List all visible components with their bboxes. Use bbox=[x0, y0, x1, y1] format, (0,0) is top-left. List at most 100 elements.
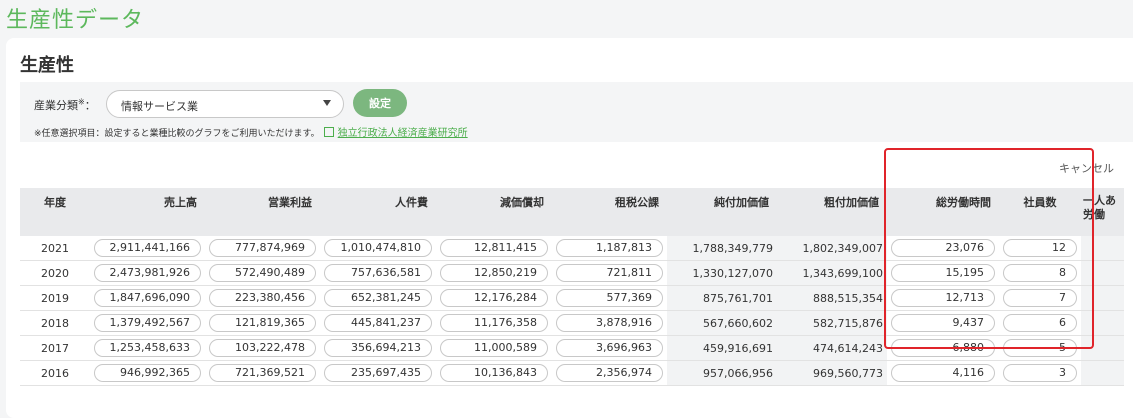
labor-cost-input[interactable]: 1,010,474,810 bbox=[324, 239, 432, 257]
cell-gross-value-added: 582,715,876 bbox=[777, 310, 887, 336]
operating-profit-input[interactable]: 777,874,969 bbox=[209, 239, 316, 257]
industry-select[interactable]: 情報サービス業 bbox=[106, 90, 344, 118]
set-button[interactable]: 設定 bbox=[353, 89, 407, 117]
filter-note: ※任意選択項目：設定すると業種比較のグラフをご利用いただけます。 独立行政法人経済… bbox=[34, 124, 468, 139]
total-hours-input[interactable]: 9,437 bbox=[891, 314, 995, 332]
header-taxes: 租税公課 bbox=[552, 188, 667, 236]
depreciation-input-cell: 11,176,358 bbox=[436, 310, 552, 336]
taxes-input-cell: 577,369 bbox=[552, 285, 667, 311]
cell-per-person bbox=[1081, 360, 1124, 386]
sales-input[interactable]: 2,473,981,926 bbox=[94, 264, 201, 282]
table-row: 2019 1,847,696,090 223,380,456 652,381,245 1… bbox=[20, 285, 1124, 311]
employees-input[interactable]: 7 bbox=[1003, 289, 1077, 307]
total-hours-input-cell: 12,713 bbox=[887, 285, 999, 311]
header-employees: 社員数 bbox=[999, 188, 1081, 236]
taxes-input-cell: 2,356,974 bbox=[552, 360, 667, 386]
total-hours-input[interactable]: 6,880 bbox=[891, 339, 995, 357]
cell-net-value-added: 567,660,602 bbox=[667, 310, 777, 336]
productivity-card: 生産性 産業分類※： 情報サービス業 設定 ※任意選択項目：設定すると業種比較の… bbox=[6, 38, 1133, 418]
cell-per-person bbox=[1081, 310, 1124, 336]
header-per-person-line2: 労働 bbox=[1083, 208, 1105, 221]
operating-profit-input[interactable]: 223,380,456 bbox=[209, 289, 316, 307]
cell-net-value-added: 459,916,691 bbox=[667, 335, 777, 361]
operating-profit-input[interactable]: 721,369,521 bbox=[209, 364, 316, 382]
industry-label-mark: ※ bbox=[78, 97, 85, 107]
taxes-input[interactable]: 1,187,813 bbox=[556, 239, 663, 257]
employees-input-cell: 7 bbox=[999, 285, 1081, 311]
sales-input-cell: 2,473,981,926 bbox=[90, 260, 205, 286]
sales-input[interactable]: 1,379,492,567 bbox=[94, 314, 201, 332]
table-row: 2021 2,911,441,166 777,874,969 1,010,474,81… bbox=[20, 236, 1124, 261]
sales-input[interactable]: 2,911,441,166 bbox=[94, 239, 201, 257]
labor-cost-input-cell: 445,841,237 bbox=[320, 310, 436, 336]
total-hours-input[interactable]: 4,116 bbox=[891, 364, 995, 382]
cell-per-person bbox=[1081, 285, 1124, 311]
cell-year: 2021 bbox=[20, 236, 90, 261]
industry-select-value: 情報サービス業 bbox=[121, 100, 198, 113]
cancel-link[interactable]: キャンセル bbox=[1059, 160, 1114, 176]
employees-input[interactable]: 6 bbox=[1003, 314, 1077, 332]
total-hours-input[interactable]: 23,076 bbox=[891, 239, 995, 257]
taxes-input[interactable]: 721,811 bbox=[556, 264, 663, 282]
labor-cost-input[interactable]: 445,841,237 bbox=[324, 314, 432, 332]
operating-profit-input[interactable]: 572,490,489 bbox=[209, 264, 316, 282]
labor-cost-input[interactable]: 235,697,435 bbox=[324, 364, 432, 382]
total-hours-input-cell: 23,076 bbox=[887, 236, 999, 261]
employees-input[interactable]: 12 bbox=[1003, 239, 1077, 257]
header-per-person-line1: 一人あ bbox=[1083, 194, 1116, 207]
taxes-input[interactable]: 577,369 bbox=[556, 289, 663, 307]
cell-per-person bbox=[1081, 236, 1124, 261]
labor-cost-input-cell: 235,697,435 bbox=[320, 360, 436, 386]
labor-cost-input[interactable]: 652,381,245 bbox=[324, 289, 432, 307]
depreciation-input[interactable]: 11,176,358 bbox=[440, 314, 548, 332]
total-hours-input-cell: 15,195 bbox=[887, 260, 999, 286]
industry-label-colon: ： bbox=[84, 99, 96, 112]
operating-profit-input-cell: 103,222,478 bbox=[205, 335, 320, 361]
taxes-input[interactable]: 3,696,963 bbox=[556, 339, 663, 357]
operating-profit-input[interactable]: 121,819,365 bbox=[209, 314, 316, 332]
depreciation-input[interactable]: 10,136,843 bbox=[440, 364, 548, 382]
taxes-input[interactable]: 3,878,916 bbox=[556, 314, 663, 332]
sales-input[interactable]: 1,847,696,090 bbox=[94, 289, 201, 307]
employees-input[interactable]: 5 bbox=[1003, 339, 1077, 357]
employees-input[interactable]: 8 bbox=[1003, 264, 1077, 282]
employees-input-cell: 6 bbox=[999, 310, 1081, 336]
labor-cost-input-cell: 356,694,213 bbox=[320, 335, 436, 361]
depreciation-input[interactable]: 12,850,219 bbox=[440, 264, 548, 282]
sales-input[interactable]: 1,253,458,633 bbox=[94, 339, 201, 357]
cell-net-value-added: 1,788,349,779 bbox=[667, 236, 777, 261]
depreciation-input[interactable]: 12,176,284 bbox=[440, 289, 548, 307]
card-title: 生産性 bbox=[20, 55, 74, 76]
external-link-icon bbox=[323, 127, 334, 137]
taxes-input[interactable]: 2,356,974 bbox=[556, 364, 663, 382]
labor-cost-input[interactable]: 757,636,581 bbox=[324, 264, 432, 282]
header-sales: 売上高 bbox=[90, 188, 205, 236]
table-row: 2020 2,473,981,926 572,490,489 757,636,581 1… bbox=[20, 260, 1124, 286]
total-hours-input[interactable]: 15,195 bbox=[891, 264, 995, 282]
cell-gross-value-added: 1,343,699,100 bbox=[777, 260, 887, 286]
header-depreciation: 減価償却 bbox=[436, 188, 552, 236]
total-hours-input-cell: 4,116 bbox=[887, 360, 999, 386]
operating-profit-input[interactable]: 103,222,478 bbox=[209, 339, 316, 357]
employees-input[interactable]: 3 bbox=[1003, 364, 1077, 382]
labor-cost-input[interactable]: 356,694,213 bbox=[324, 339, 432, 357]
header-year: 年度 bbox=[20, 188, 90, 236]
sales-input[interactable]: 946,992,365 bbox=[94, 364, 201, 382]
total-hours-input[interactable]: 12,713 bbox=[891, 289, 995, 307]
header-operating-profit: 営業利益 bbox=[205, 188, 320, 236]
total-hours-input-cell: 9,437 bbox=[887, 310, 999, 336]
employees-input-cell: 8 bbox=[999, 260, 1081, 286]
depreciation-input[interactable]: 11,000,589 bbox=[440, 339, 548, 357]
depreciation-input-cell: 12,176,284 bbox=[436, 285, 552, 311]
cell-per-person bbox=[1081, 260, 1124, 286]
taxes-input-cell: 1,187,813 bbox=[552, 236, 667, 261]
labor-cost-input-cell: 1,010,474,810 bbox=[320, 236, 436, 261]
caret-down-icon bbox=[323, 100, 331, 106]
operating-profit-input-cell: 121,819,365 bbox=[205, 310, 320, 336]
cell-year: 2018 bbox=[20, 310, 90, 336]
header-net-value-added: 純付加価値 bbox=[667, 188, 777, 236]
depreciation-input[interactable]: 12,811,415 bbox=[440, 239, 548, 257]
cell-year: 2019 bbox=[20, 285, 90, 311]
rieti-link[interactable]: 独立行政法人経済産業研究所 bbox=[338, 128, 468, 139]
header-gross-value-added: 粗付加価値 bbox=[777, 188, 887, 236]
